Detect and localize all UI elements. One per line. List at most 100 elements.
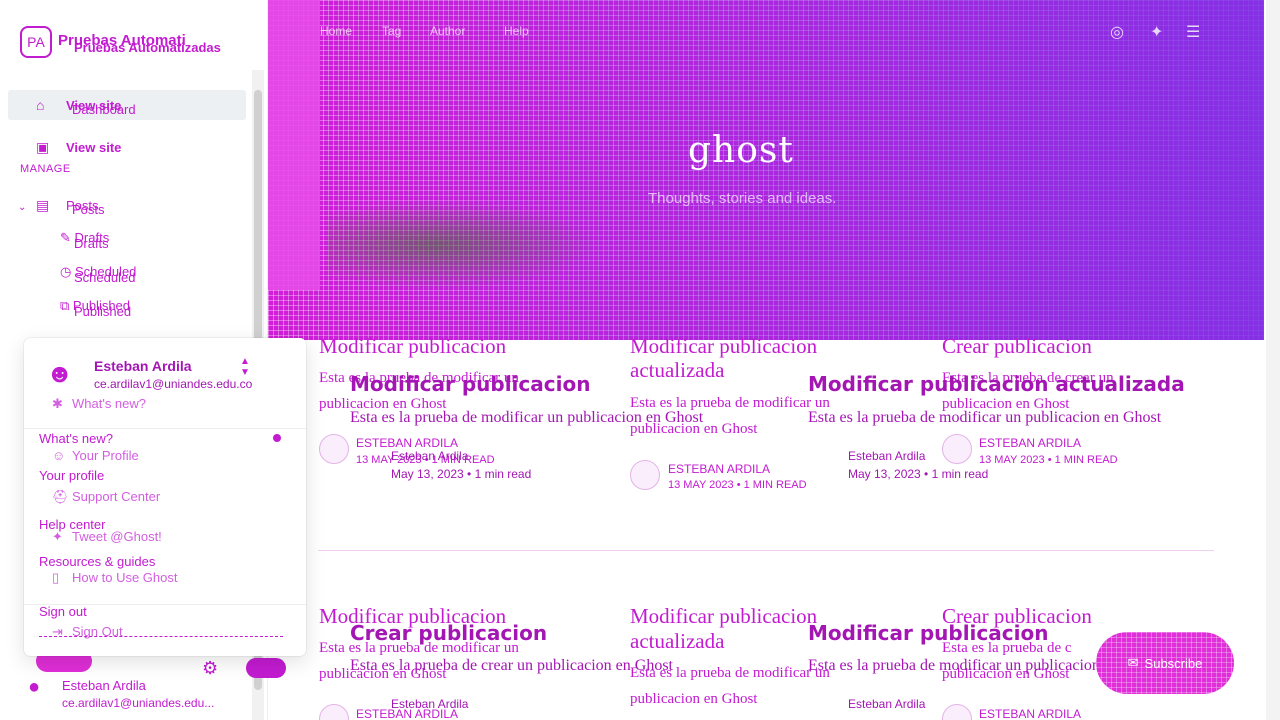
manage-heading: MANAGE bbox=[20, 163, 71, 175]
post-title[interactable]: Modificar publicacion bbox=[630, 604, 817, 628]
site-nav-home[interactable]: Home bbox=[320, 24, 352, 38]
published-icon: ⧉ bbox=[60, 298, 70, 313]
post-title[interactable]: actualizada bbox=[630, 358, 724, 382]
menu-item-label: What's new? bbox=[72, 396, 147, 411]
post-meta: 13 MAY 2023 • 1 MIN READ bbox=[979, 454, 1118, 466]
sidebar-item-drafts[interactable]: ✎ Drafts Drafts bbox=[60, 230, 109, 251]
sidebar-item-label: Drafts bbox=[74, 236, 109, 251]
sidebar-item-view-site[interactable]: ▣ View site bbox=[8, 132, 246, 162]
sidebar-item-label: Scheduled bbox=[74, 270, 136, 285]
menu-item-whats-new[interactable]: What's new? bbox=[39, 431, 113, 446]
menu-item-label: Your Profile bbox=[72, 448, 139, 463]
menu-item-tweet[interactable]: ✦ Tweet @Ghost! bbox=[52, 529, 162, 545]
overlay-post-excerpt: Esta es la prueba de modificar un public… bbox=[350, 409, 704, 426]
menu-user-name: Esteban Ardila bbox=[94, 358, 192, 374]
sign-out-icon: ⇥ bbox=[52, 624, 63, 639]
menu-item-how-to[interactable]: ▯ How to Use Ghost bbox=[52, 570, 178, 586]
rss-icon[interactable]: ☰ bbox=[1186, 22, 1200, 42]
notification-dot bbox=[273, 434, 281, 442]
theme-toggle[interactable] bbox=[246, 658, 286, 678]
chevron-down-icon[interactable]: ⌄ bbox=[18, 202, 26, 213]
site-preview: Home Tag Author Help ◎ ✦ ☰ ghost Thought… bbox=[268, 0, 1280, 720]
menu-item-sign-out-sub[interactable]: ⇥ Sign Out bbox=[52, 624, 123, 640]
footer-user-email: ce.ardilav1@uniandes.edu... bbox=[62, 696, 215, 710]
post-author[interactable]: ESTEBAN ARDILA bbox=[668, 462, 770, 476]
sidebar-item-scheduled[interactable]: ◷ Scheduled Scheduled bbox=[60, 264, 136, 285]
overlay-post-title[interactable]: Modificar publicacion actualizada bbox=[808, 372, 1185, 396]
home-icon: ⌂ bbox=[36, 97, 45, 113]
sidebar-footer: ⚙ ● Esteban Ardila ce.ardilav1@uniandes.… bbox=[0, 650, 267, 720]
menu-item-sign-out[interactable]: Sign out bbox=[39, 604, 87, 619]
menu-divider bbox=[24, 428, 306, 429]
user-avatar-icon: ☻ bbox=[46, 358, 74, 388]
sidebar-item-published[interactable]: ⧉ Published Published bbox=[60, 298, 131, 319]
subscribe-button[interactable]: ✉ Subscribe bbox=[1096, 632, 1234, 694]
mail-icon: ✉ bbox=[1127, 655, 1139, 670]
section-divider bbox=[318, 550, 1214, 551]
sidebar-item-label: Posts bbox=[72, 202, 105, 217]
overlay-post-author[interactable]: Esteban Ardila bbox=[391, 449, 468, 463]
subscribe-label: Subscribe bbox=[1144, 655, 1203, 671]
overlay-post-meta: May 13, 2023 • 1 min read bbox=[848, 467, 989, 481]
sidebar-item-dashboard[interactable]: ⌂ View site Dashboard bbox=[8, 90, 246, 120]
twitter-icon[interactable]: ✦ bbox=[1150, 22, 1163, 42]
post-author[interactable]: ESTEBAN ARDILA bbox=[979, 436, 1081, 450]
browser-icon: ▣ bbox=[36, 138, 50, 155]
post-title[interactable]: actualizada bbox=[630, 629, 724, 653]
author-avatar bbox=[319, 704, 349, 720]
search-icon[interactable]: ◎ bbox=[1110, 22, 1124, 42]
author-avatar bbox=[630, 460, 660, 490]
expand-arrows-icon[interactable]: ▲ ▼ bbox=[240, 356, 250, 378]
menu-item-resources[interactable]: Resources & guides bbox=[39, 554, 155, 569]
gear-icon[interactable]: ⚙ bbox=[202, 658, 218, 679]
brand-logo-icon[interactable]: PA bbox=[20, 26, 52, 58]
overlay-post-title[interactable]: Modificar publicacion bbox=[350, 372, 590, 396]
site-scrollbar[interactable] bbox=[1266, 0, 1280, 720]
site-nav-help[interactable]: Help bbox=[504, 24, 529, 38]
post-title[interactable]: Crear publicacion bbox=[942, 334, 1092, 358]
author-avatar bbox=[319, 434, 349, 464]
author-avatar bbox=[942, 704, 972, 720]
site-nav-tag[interactable]: Tag bbox=[382, 24, 401, 38]
site-nav-author[interactable]: Author bbox=[430, 24, 465, 38]
gift-icon: ✱ bbox=[52, 396, 63, 411]
post-author[interactable]: ESTEBAN ARDILA bbox=[979, 707, 1081, 720]
sidebar-item-posts[interactable]: ⌄ ▤ Posts Posts bbox=[8, 190, 246, 220]
user-icon: ☺ bbox=[52, 448, 66, 463]
post-meta: 13 MAY 2023 • 1 MIN READ bbox=[668, 479, 807, 491]
overlay-post-author[interactable]: Esteban Ardila bbox=[848, 449, 925, 463]
user-avatar-icon[interactable]: ● bbox=[28, 676, 40, 699]
menu-item-support-center[interactable]: ⛑ Support Center bbox=[52, 489, 160, 505]
overlay-post-author[interactable]: Esteban Ardila bbox=[848, 697, 925, 711]
user-menu-dropdown: ☻ Esteban Ardila ce.ardilav1@uniandes.ed… bbox=[24, 338, 306, 656]
brand-name-full: Pruebas Automatizadas bbox=[74, 40, 221, 55]
book-icon: ▯ bbox=[52, 570, 60, 585]
overlay-post-title[interactable]: Modificar publicacion bbox=[808, 621, 1048, 645]
overlay-post-meta: May 13, 2023 • 1 min read bbox=[391, 467, 532, 481]
post-author[interactable]: ESTEBAN ARDILA bbox=[356, 436, 458, 450]
posts-icon: ▤ bbox=[36, 196, 50, 213]
menu-item-your-profile[interactable]: Your profile bbox=[39, 468, 104, 483]
sidebar-item-label: View site bbox=[66, 139, 122, 155]
post-excerpt: publicacion en Ghost bbox=[630, 691, 758, 707]
post-title[interactable]: Modificar publicacion bbox=[319, 334, 506, 358]
menu-item-label: Support Center bbox=[72, 489, 161, 504]
menu-item-whats-new-sub[interactable]: ✱ What's new? bbox=[52, 396, 146, 412]
site-logo[interactable]: ghost bbox=[688, 130, 794, 171]
post-title[interactable]: Modificar publicacion bbox=[630, 334, 817, 358]
overlay-post-author[interactable]: Esteban Ardila bbox=[391, 697, 468, 711]
author-avatar bbox=[942, 434, 972, 464]
menu-item-your-profile-sub[interactable]: ☺ Your Profile bbox=[52, 448, 139, 463]
sidebar-item-label: Dashboard bbox=[72, 102, 136, 117]
overlay-post-excerpt: Esta es la prueba de crear un publicacio… bbox=[350, 657, 673, 674]
support-icon: ⛑ bbox=[52, 489, 69, 504]
menu-item-label: Tweet @Ghost! bbox=[72, 529, 162, 544]
footer-user-name[interactable]: Esteban Ardila bbox=[62, 678, 146, 693]
hero-image-blob bbox=[328, 200, 598, 290]
hero-strip bbox=[268, 0, 320, 290]
menu-item-label: How to Use Ghost bbox=[72, 570, 178, 585]
sidebar-item-label: Published bbox=[74, 304, 132, 319]
menu-underline bbox=[39, 636, 283, 637]
menu-user-email: ce.ardilav1@uniandes.edu.co bbox=[94, 377, 253, 391]
overlay-post-title[interactable]: Crear publicacion bbox=[350, 621, 547, 645]
